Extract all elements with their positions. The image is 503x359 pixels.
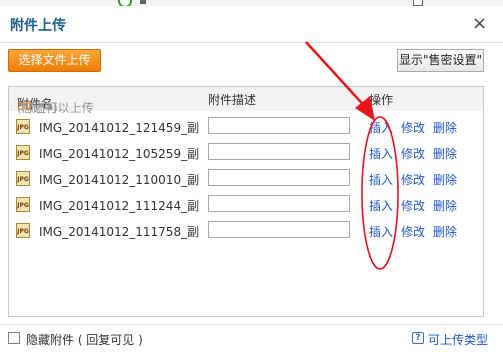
attachment-description-input[interactable] [208, 221, 350, 238]
attachment-filename: IMG_20141012_110010_副 [39, 173, 200, 187]
close-icon[interactable]: × [472, 15, 487, 33]
edit-link[interactable]: 修改 [401, 197, 425, 214]
insert-link[interactable]: 插入 [369, 171, 393, 188]
attachment-description-input[interactable] [208, 195, 350, 212]
title-divider [0, 42, 503, 43]
column-header-description: 附件描述 [208, 93, 257, 107]
jpg-file-icon: JPG [16, 119, 30, 134]
attachment-description-input[interactable] [208, 169, 350, 186]
table-header: 附件名 (您还可以上传 30 个附件) 附件描述 操作 [9, 87, 483, 115]
attachment-table: 附件名 (您还可以上传 30 个附件) 附件描述 操作 JPG IMG_201410… [8, 86, 484, 317]
checkbox-icon[interactable] [413, 0, 423, 6]
edit-link[interactable]: 修改 [401, 119, 425, 136]
delete-link[interactable]: 删除 [433, 119, 457, 136]
attachment-filename: IMG_20141012_105259_副 [39, 147, 200, 161]
jpg-file-icon: JPG [16, 145, 30, 160]
table-row: JPG IMG_20141012_111244_副 插入 修改 删除 [9, 194, 483, 216]
hide-attachment-checkbox[interactable] [8, 332, 20, 344]
allowed-types-link[interactable]: 可上传类型 [428, 331, 488, 348]
jpg-file-icon: JPG [16, 223, 30, 238]
insert-link[interactable]: 插入 [369, 145, 393, 162]
table-row: JPG IMG_20141012_111758_副 插入 修改 删除 [9, 220, 483, 242]
top-strip [0, 0, 503, 6]
edit-link[interactable]: 修改 [401, 171, 425, 188]
delete-link[interactable]: 删除 [433, 171, 457, 188]
help-icon[interactable]: ? [412, 332, 424, 344]
jpg-file-icon: JPG [16, 197, 30, 212]
attachment-filename: IMG_20141012_111758_副 [39, 225, 200, 239]
remaining-note-suffix: 个附件) [17, 101, 58, 115]
status-circle-icon [118, 0, 132, 6]
table-row: JPG IMG_20141012_121459_副 插入 修改 删除 [9, 116, 483, 138]
toolbar-glyph-icon [140, 0, 146, 4]
insert-link[interactable]: 插入 [369, 197, 393, 214]
footer-divider [0, 324, 503, 325]
attachment-description-input[interactable] [208, 143, 350, 160]
edit-link[interactable]: 修改 [401, 223, 425, 240]
delete-link[interactable]: 删除 [433, 223, 457, 240]
delete-link[interactable]: 删除 [433, 145, 457, 162]
attachment-filename: IMG_20141012_121459_副 [39, 121, 200, 135]
attachment-description-input[interactable] [208, 117, 350, 134]
insert-link[interactable]: 插入 [369, 223, 393, 240]
upload-file-button[interactable]: 选择文件上传 [8, 49, 101, 72]
jpg-file-icon: JPG [16, 171, 30, 186]
edit-link[interactable]: 修改 [401, 145, 425, 162]
attachment-filename: IMG_20141012_111244_副 [39, 199, 200, 213]
dialog-title: 附件上传 [10, 18, 66, 34]
column-header-action: 操作 [369, 93, 394, 107]
table-row: JPG IMG_20141012_105259_副 插入 修改 删除 [9, 142, 483, 164]
show-secret-settings-button[interactable]: 显示"售密设置" [397, 49, 484, 72]
insert-link[interactable]: 插入 [369, 119, 393, 136]
table-row: JPG IMG_20141012_110010_副 插入 修改 删除 [9, 168, 483, 190]
delete-link[interactable]: 删除 [433, 197, 457, 214]
hide-attachment-label: 隐藏附件 ( 回复可见 ) [26, 333, 143, 347]
